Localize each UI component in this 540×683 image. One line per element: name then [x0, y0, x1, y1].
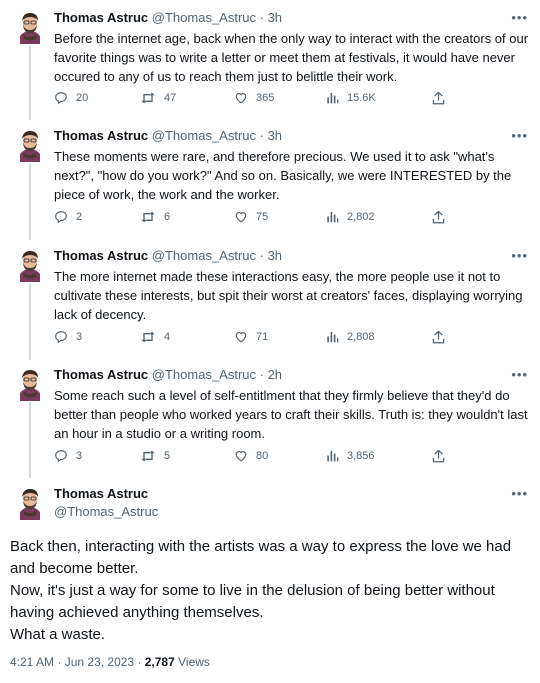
retweet-button[interactable]: 47 [140, 91, 176, 105]
author-name[interactable]: Thomas Astruc [54, 486, 148, 501]
reply-icon [55, 211, 67, 224]
share-button[interactable] [432, 91, 445, 105]
share-icon [432, 91, 445, 105]
more-icon[interactable]: ••• [511, 486, 528, 501]
retweet-count: 5 [164, 450, 171, 462]
avatar[interactable] [14, 8, 46, 44]
retweet-count: 6 [164, 211, 171, 223]
tweet-meta[interactable]: @Thomas_Astruc · 3h [152, 128, 282, 143]
action-bar: 3 4 71 2,808 [54, 330, 464, 348]
like-count: 80 [256, 449, 269, 462]
reply-icon [55, 92, 67, 105]
tweet[interactable]: Thomas Astruc @Thomas_Astruc · 3h ••• Th… [0, 118, 540, 238]
tweet-text: The more internet made these interaction… [54, 269, 523, 322]
tweet-text: These moments were rare, and therefore p… [54, 149, 512, 202]
author-name[interactable]: Thomas Astruc [54, 10, 148, 25]
share-icon [432, 330, 445, 344]
avatar[interactable] [14, 365, 46, 401]
views-label: Views [174, 655, 210, 669]
share-button[interactable] [432, 449, 445, 463]
views-icon [327, 331, 339, 343]
more-icon[interactable]: ••• [511, 367, 528, 382]
retweet-icon [141, 211, 155, 223]
avatar[interactable] [14, 126, 46, 162]
views-button[interactable]: 2,802 [326, 210, 375, 223]
share-button[interactable] [432, 210, 445, 224]
views-icon [327, 450, 339, 462]
like-button[interactable]: 365 [234, 91, 274, 104]
reply-count: 2 [76, 211, 83, 223]
like-button[interactable]: 75 [234, 210, 268, 223]
retweet-button[interactable]: 5 [140, 449, 170, 463]
share-button[interactable] [432, 330, 445, 344]
like-icon [235, 332, 247, 343]
retweet-count: 4 [164, 331, 171, 343]
views-total: 2,787 [144, 655, 175, 669]
author-handle[interactable]: @Thomas_Astruc [54, 504, 158, 519]
like-count: 71 [256, 330, 269, 343]
like-count: 75 [256, 210, 269, 223]
tweet-meta[interactable]: @Thomas_Astruc · 2h [152, 367, 282, 382]
main-tweet-line: Now, it's just a way for some to live in… [10, 582, 495, 621]
retweet-icon [141, 331, 155, 343]
main-tweet-text: Back then, interacting with the artists … [10, 536, 530, 646]
action-bar: 2 6 75 2,802 [54, 210, 464, 228]
reply-count: 20 [76, 92, 89, 104]
share-icon [432, 210, 445, 224]
retweet-button[interactable]: 6 [140, 210, 170, 224]
retweet-button[interactable]: 4 [140, 330, 170, 344]
share-icon [432, 449, 445, 463]
views-button[interactable]: 15.6K [326, 91, 376, 104]
reply-button[interactable]: 20 [54, 91, 88, 105]
views-icon [327, 211, 339, 223]
reply-icon [55, 331, 67, 344]
like-button[interactable]: 71 [234, 330, 268, 343]
tweet-text: Before the internet age, back when the o… [54, 31, 529, 84]
views-count: 2,808 [347, 330, 375, 343]
action-bar: 20 47 365 15.6K [54, 91, 464, 109]
views-icon [327, 92, 339, 104]
timestamp-text[interactable]: 4:21 AM · Jun 23, 2023 · [10, 655, 145, 669]
tweet-text: Some reach such a level of self-entitlme… [54, 388, 528, 441]
main-tweet-line: What a waste. [10, 626, 106, 643]
tweet-meta[interactable]: @Thomas_Astruc · 3h [152, 10, 282, 25]
action-bar: 3 5 80 3,856 [54, 449, 464, 467]
retweet-icon [141, 92, 155, 104]
author-name[interactable]: Thomas Astruc [54, 248, 148, 263]
views-button[interactable]: 2,808 [326, 330, 375, 343]
reply-button[interactable]: 3 [54, 449, 82, 463]
reply-button[interactable]: 3 [54, 330, 82, 344]
retweet-count: 47 [164, 92, 177, 104]
views-count: 15.6K [347, 91, 376, 104]
more-icon[interactable]: ••• [511, 10, 528, 25]
tweet[interactable]: Thomas Astruc @Thomas_Astruc · 3h ••• Be… [0, 0, 540, 120]
like-icon [235, 451, 247, 462]
retweet-icon [141, 450, 155, 462]
tweet[interactable]: Thomas Astruc @Thomas_Astruc · 3h ••• Th… [0, 238, 540, 358]
more-icon[interactable]: ••• [511, 128, 528, 143]
views-count: 3,856 [347, 449, 375, 462]
like-icon [235, 93, 247, 104]
reply-icon [55, 450, 67, 463]
like-button[interactable]: 80 [234, 449, 268, 462]
views-button[interactable]: 3,856 [326, 449, 375, 462]
author-name[interactable]: Thomas Astruc [54, 128, 148, 143]
avatar[interactable] [14, 246, 46, 282]
views-count: 2,802 [347, 210, 375, 223]
main-tweet-line: Back then, interacting with the artists … [10, 538, 512, 577]
more-icon[interactable]: ••• [511, 248, 528, 263]
reply-count: 3 [76, 450, 83, 462]
like-count: 365 [256, 91, 275, 104]
reply-count: 3 [76, 331, 83, 343]
author-name[interactable]: Thomas Astruc [54, 367, 148, 382]
tweet-meta[interactable]: @Thomas_Astruc · 3h [152, 248, 282, 263]
reply-button[interactable]: 2 [54, 210, 82, 224]
tweet-timestamp[interactable]: 4:21 AM · Jun 23, 2023 · 2,787 Views [10, 655, 210, 669]
avatar[interactable] [14, 484, 46, 520]
like-icon [235, 212, 247, 223]
tweet[interactable]: Thomas Astruc @Thomas_Astruc · 2h ••• So… [0, 357, 540, 477]
